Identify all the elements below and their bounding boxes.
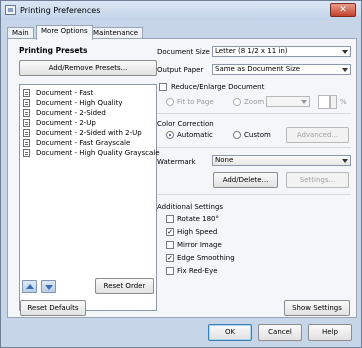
additional-settings-label: Additional Settings xyxy=(157,203,224,211)
show-settings-button[interactable]: Show Settings xyxy=(284,300,350,316)
printing-presets-heading: Printing Presets xyxy=(19,46,88,55)
preset-label: Document - Fast Grayscale xyxy=(36,139,131,147)
add-remove-presets-button[interactable]: Add/Remove Presets... xyxy=(19,60,157,76)
output-paper-label: Output Paper xyxy=(157,66,204,74)
printing-preferences-window: Printing Preferences ✕ Main More Options… xyxy=(0,0,362,348)
preset-label: Document - 2-Up xyxy=(36,119,96,127)
document-size-label: Document Size xyxy=(157,48,210,56)
reset-order-button[interactable]: Reset Order xyxy=(95,278,154,294)
close-icon[interactable]: ✕ xyxy=(330,3,356,17)
add-delete-watermark-button[interactable]: Add/Delete... xyxy=(213,172,278,188)
preset-label: Document - High Quality Grayscale xyxy=(36,149,160,157)
fix-red-eye-label: Fix Red-Eye xyxy=(177,267,218,275)
printer-preferences-icon xyxy=(5,5,16,15)
tab-more-options[interactable]: More Options xyxy=(36,25,93,40)
move-down-button[interactable] xyxy=(41,280,56,293)
preset-label: Document - 2-Sided xyxy=(36,109,106,117)
arrow-down-icon xyxy=(45,285,53,290)
automatic-label: Automatic xyxy=(177,131,213,139)
chevron-down-icon xyxy=(342,159,348,163)
arrow-up-icon xyxy=(26,284,34,289)
window-title: Printing Preferences xyxy=(20,6,101,15)
presets-list: Document - Fast Document - High Quality … xyxy=(19,84,160,311)
edge-smoothing-label: Edge Smoothing xyxy=(177,254,235,262)
output-paper-select[interactable]: Same as Document Size xyxy=(212,64,351,75)
fit-to-page-label: Fit to Page xyxy=(177,98,214,106)
divider xyxy=(157,113,351,114)
fix-red-eye-checkbox[interactable] xyxy=(166,267,174,275)
ok-button[interactable]: OK xyxy=(208,324,252,341)
zoom-to-select[interactable] xyxy=(266,96,310,107)
automatic-radio[interactable] xyxy=(166,131,174,139)
custom-label: Custom xyxy=(244,131,271,139)
divider xyxy=(157,147,351,148)
preset-label: Document - 2-Sided with 2-Up xyxy=(36,129,142,137)
watermark-label: Watermark xyxy=(157,158,196,166)
percent-sign: % xyxy=(340,98,347,106)
edge-smoothing-checkbox[interactable]: ✓ xyxy=(166,254,174,262)
document-icon xyxy=(23,139,30,147)
help-button[interactable]: Help xyxy=(308,324,352,341)
document-icon xyxy=(23,129,30,137)
rotate-180-checkbox[interactable] xyxy=(166,215,174,223)
chevron-down-icon xyxy=(301,100,307,104)
reduce-enlarge-checkbox[interactable] xyxy=(159,83,167,91)
reset-defaults-button[interactable]: Reset Defaults xyxy=(20,300,86,316)
preset-label: Document - Fast xyxy=(36,89,94,97)
high-speed-checkbox[interactable]: ✓ xyxy=(166,228,174,236)
document-icon xyxy=(23,119,30,127)
title-bar[interactable]: Printing Preferences ✕ xyxy=(1,1,361,20)
zoom-percent-spinner[interactable] xyxy=(330,95,337,109)
watermark-select[interactable]: None xyxy=(212,155,351,166)
reduce-enlarge-label: Reduce/Enlarge Document xyxy=(171,83,265,91)
divider xyxy=(157,194,351,195)
mirror-image-label: Mirror Image xyxy=(177,241,222,249)
preset-label: Document - High Quality xyxy=(36,99,123,107)
zoom-percent-field[interactable] xyxy=(318,95,330,109)
output-paper-value: Same as Document Size xyxy=(215,65,301,73)
document-icon xyxy=(23,89,30,97)
advanced-button[interactable]: Advanced... xyxy=(286,127,349,143)
document-icon xyxy=(23,149,30,157)
color-correction-label: Color Correction xyxy=(157,120,214,128)
zoom-to-radio[interactable] xyxy=(233,98,241,106)
watermark-value: None xyxy=(215,156,234,164)
tab-strip: Main More Options Maintenance xyxy=(7,25,357,40)
cancel-button[interactable]: Cancel xyxy=(258,324,302,341)
document-size-select[interactable]: Letter (8 1/2 x 11 in) xyxy=(212,46,351,57)
chevron-down-icon xyxy=(342,68,348,72)
more-options-panel: Printing Presets Add/Remove Presets... D… xyxy=(7,38,357,318)
high-speed-label: High Speed xyxy=(177,228,218,236)
document-size-value: Letter (8 1/2 x 11 in) xyxy=(215,47,288,55)
rotate-180-label: Rotate 180° xyxy=(177,215,220,223)
document-icon xyxy=(23,109,30,117)
custom-radio[interactable] xyxy=(233,131,241,139)
move-up-button[interactable] xyxy=(22,280,37,293)
watermark-settings-button[interactable]: Settings... xyxy=(286,172,349,188)
document-icon xyxy=(23,99,30,107)
mirror-image-checkbox[interactable] xyxy=(166,241,174,249)
fit-to-page-radio[interactable] xyxy=(166,98,174,106)
chevron-down-icon xyxy=(342,50,348,54)
